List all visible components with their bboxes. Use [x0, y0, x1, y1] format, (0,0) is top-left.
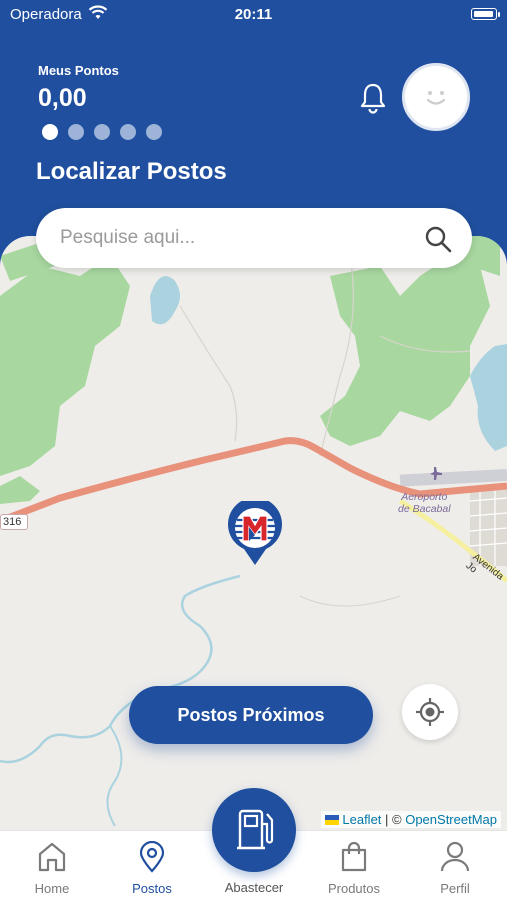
refuel-label: Abastecer	[224, 880, 284, 895]
forest-area	[0, 476, 40, 504]
forest-area	[0, 256, 130, 476]
home-icon	[38, 842, 66, 872]
carousel-dot[interactable]	[120, 124, 136, 140]
points-label: Meus Pontos	[38, 63, 119, 78]
carousel-dots	[42, 124, 162, 140]
search-icon[interactable]	[424, 225, 452, 258]
tab-perfil[interactable]: Perfil	[410, 831, 500, 900]
battery-icon	[471, 8, 497, 20]
road-shield: 316	[0, 514, 29, 530]
clock: 20:11	[234, 6, 273, 23]
status-bar: Operadora 20:11	[0, 0, 507, 30]
shopping-bag-icon	[341, 841, 367, 872]
tab-produtos[interactable]: Produtos	[309, 831, 399, 900]
ukraine-flag-icon	[325, 815, 340, 825]
river	[106, 725, 123, 827]
user-icon	[440, 841, 470, 872]
points-value: 0,00	[38, 84, 87, 112]
search-input[interactable]	[60, 222, 420, 254]
nearby-stations-button[interactable]: Postos Próximos	[129, 686, 373, 744]
bell-icon[interactable]	[358, 82, 388, 119]
airport-label: Aeroporto de Bacabal	[398, 491, 451, 515]
tab-postos[interactable]: Postos	[107, 831, 197, 900]
map-view[interactable]: Aeroporto de Bacabal Avenida Jo 316 Post…	[0, 236, 507, 836]
tab-home[interactable]: Home	[7, 831, 97, 900]
carousel-dot[interactable]	[42, 124, 58, 140]
search-bar	[36, 208, 472, 268]
map-attribution: Leaflet | © OpenStreetMap	[321, 811, 501, 828]
crosshair-icon	[416, 698, 444, 726]
fuel-pump-icon	[237, 809, 274, 850]
gas-station-marker[interactable]	[226, 497, 284, 572]
leaflet-link[interactable]: Leaflet	[342, 812, 381, 827]
avatar[interactable]	[402, 63, 470, 131]
carousel-dot[interactable]	[68, 124, 84, 140]
locate-me-button[interactable]	[402, 684, 458, 740]
refuel-button[interactable]	[212, 788, 296, 872]
carousel-dot[interactable]	[146, 124, 162, 140]
map-pin-icon	[139, 841, 165, 873]
carousel-dot[interactable]	[94, 124, 110, 140]
lake	[150, 276, 180, 325]
page-title: Localizar Postos	[36, 158, 227, 185]
lake	[470, 344, 507, 451]
osm-link[interactable]: OpenStreetMap	[405, 812, 497, 827]
smiley-icon	[426, 91, 446, 105]
